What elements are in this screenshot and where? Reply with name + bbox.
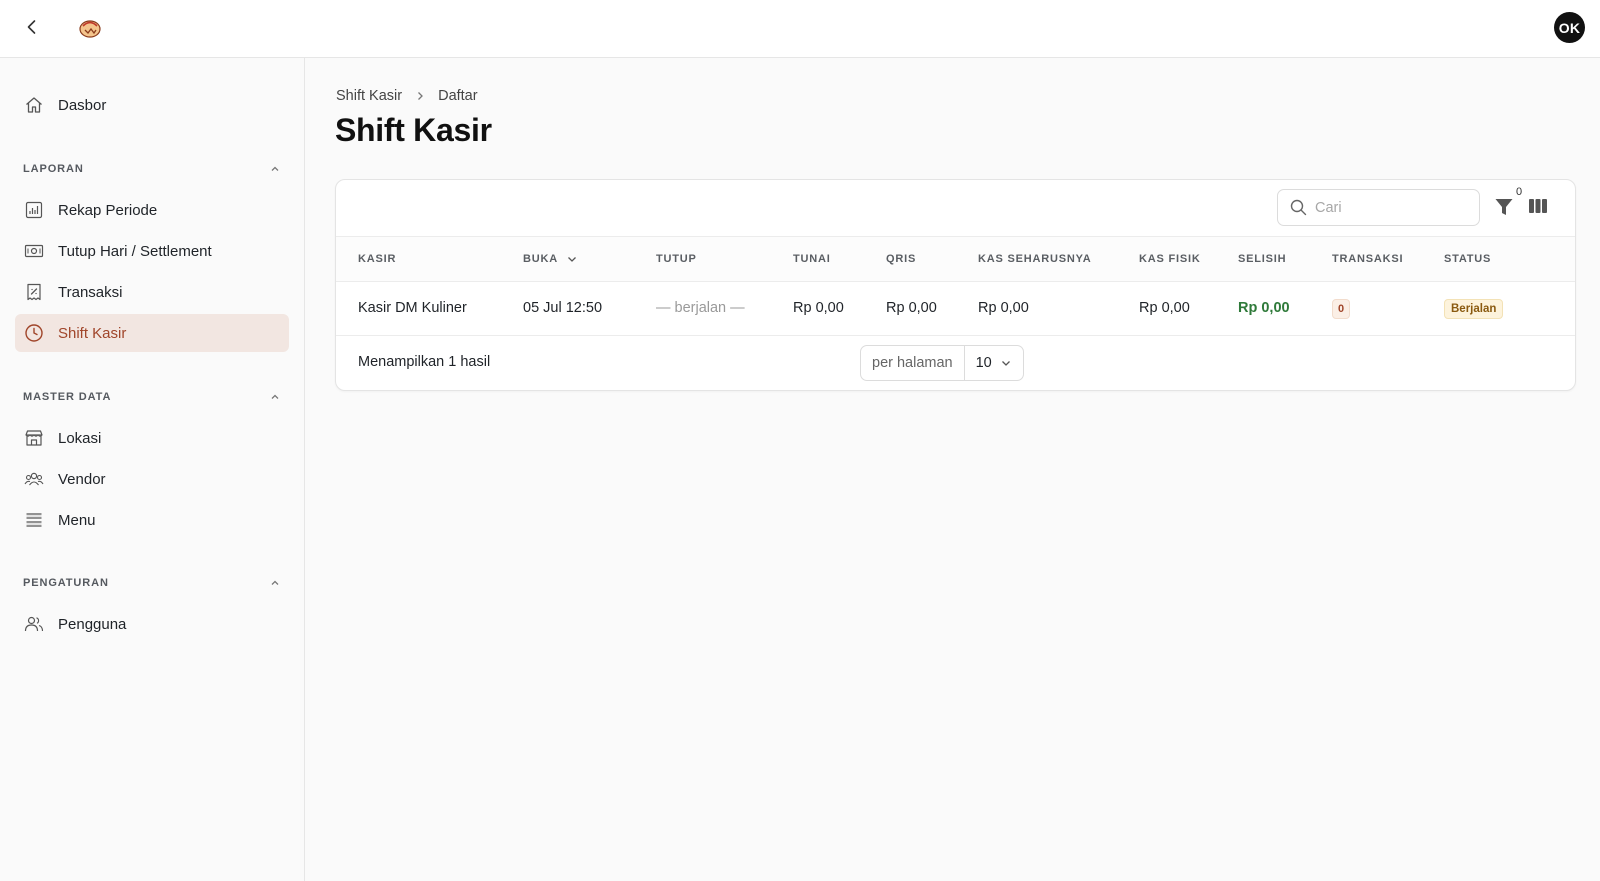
search-box[interactable] xyxy=(1277,189,1480,226)
breadcrumb: Shift Kasir Daftar xyxy=(336,88,478,104)
section-master-data[interactable]: MASTER DATA xyxy=(23,389,281,405)
users-icon xyxy=(24,614,44,634)
column-header-qris[interactable]: QRIS xyxy=(886,253,916,265)
topbar: OK xyxy=(0,0,1600,58)
breadcrumb-parent-link[interactable]: Shift Kasir xyxy=(336,88,402,104)
chevron-left-icon xyxy=(27,20,36,34)
home-icon xyxy=(24,95,44,115)
users-group-icon xyxy=(24,469,44,489)
sidebar-item-label: Pengguna xyxy=(58,615,127,633)
cell-selisih: Rp 0,00 xyxy=(1238,300,1290,316)
chart-icon xyxy=(24,200,44,220)
page-title: Shift Kasir xyxy=(335,112,492,148)
column-header-label: KASIR xyxy=(358,253,397,265)
cell-kas-fisik: Rp 0,00 xyxy=(1139,300,1190,316)
sidebar-item-lokasi[interactable]: Lokasi xyxy=(15,419,289,457)
sidebar-item-label: Transaksi xyxy=(58,283,123,301)
search-icon xyxy=(1290,199,1307,216)
table-card: 0 KASIR BUKA TUTUP TUNAI QRIS KAS SEHARU… xyxy=(335,179,1576,391)
section-title: PENGATURAN xyxy=(23,577,109,589)
sort-desc-icon xyxy=(568,257,576,262)
column-header-kas-fisik[interactable]: KAS FISIK xyxy=(1139,253,1201,265)
sidebar-item-label: Tutup Hari / Settlement xyxy=(58,242,212,260)
per-page-label: per halaman xyxy=(861,346,965,380)
sidebar-item-label: Rekap Periode xyxy=(58,201,158,219)
sidebar-item-rekap-periode[interactable]: Rekap Periode xyxy=(15,191,289,229)
user-avatar[interactable]: OK xyxy=(1554,12,1585,43)
column-header-tutup[interactable]: TUTUP xyxy=(656,253,697,265)
sidebar-item-label: Shift Kasir xyxy=(58,324,127,342)
sidebar-item-pengguna[interactable]: Pengguna xyxy=(15,605,289,643)
sidebar-item-label: Vendor xyxy=(58,470,106,488)
column-header-label: BUKA xyxy=(523,253,558,265)
sidebar-item-transaksi[interactable]: Transaksi xyxy=(15,273,289,311)
column-header-kasir[interactable]: KASIR xyxy=(358,253,396,265)
cash-icon xyxy=(24,241,44,261)
cell-kasir: Kasir DM Kuliner xyxy=(358,300,467,316)
breadcrumb-current: Daftar xyxy=(438,88,478,104)
cell-kas-seharusnya: Rp 0,00 xyxy=(978,300,1029,316)
section-laporan[interactable]: LAPORAN xyxy=(23,161,281,177)
chevron-up-icon xyxy=(271,580,279,585)
column-header-selisih[interactable]: SELISIH xyxy=(1238,253,1286,265)
column-header-label: TUNAI xyxy=(793,253,831,265)
sidebar-item-label: Dasbor xyxy=(58,96,107,114)
column-header-label: KAS FISIK xyxy=(1139,253,1201,265)
result-count: Menampilkan 1 hasil xyxy=(358,354,491,370)
column-header-label: QRIS xyxy=(886,253,917,265)
clock-icon xyxy=(24,323,44,343)
chevron-up-icon xyxy=(271,394,279,399)
sidebar-item-vendor[interactable]: Vendor xyxy=(15,460,289,498)
column-header-label: STATUS xyxy=(1444,253,1492,265)
back-button[interactable] xyxy=(20,15,44,39)
column-header-buka[interactable]: BUKA xyxy=(523,253,578,265)
sidebar: Dasbor LAPORAN Rekap Periode Tutup Hari … xyxy=(0,58,305,881)
column-header-status[interactable]: STATUS xyxy=(1444,253,1491,265)
section-pengaturan[interactable]: PENGATURAN xyxy=(23,575,281,591)
sidebar-item-tutup-hari[interactable]: Tutup Hari / Settlement xyxy=(15,232,289,270)
main-content: Shift Kasir Daftar Shift Kasir 0 KASIR B… xyxy=(306,58,1600,881)
cell-buka: 05 Jul 12:50 xyxy=(523,300,603,316)
per-page-select[interactable]: 10 xyxy=(965,346,1023,380)
receipt-icon xyxy=(24,282,44,302)
store-icon xyxy=(24,428,44,448)
per-page-selector: per halaman 10 xyxy=(860,345,1024,381)
sidebar-item-shift-kasir[interactable]: Shift Kasir xyxy=(15,314,289,352)
sidebar-item-label: Menu xyxy=(58,511,96,529)
column-header-kas-seharusnya[interactable]: KAS SEHARUSNYA xyxy=(978,253,1091,265)
chevron-down-icon xyxy=(1001,361,1010,366)
sidebar-item-dasbor[interactable]: Dasbor xyxy=(15,86,289,124)
chevron-right-icon xyxy=(414,90,426,102)
section-title: MASTER DATA xyxy=(23,391,112,403)
column-header-label: SELISIH xyxy=(1238,253,1287,265)
sidebar-item-label: Lokasi xyxy=(58,429,102,447)
cell-tunai: Rp 0,00 xyxy=(793,300,844,316)
column-header-transaksi[interactable]: TRANSAKSI xyxy=(1332,253,1403,265)
section-title: LAPORAN xyxy=(23,163,84,175)
transaction-count-badge: 0 xyxy=(1332,299,1351,319)
table-header: KASIR BUKA TUTUP TUNAI QRIS KAS SEHARUSN… xyxy=(336,236,1575,282)
column-header-label: TUTUP xyxy=(656,253,697,265)
app-logo xyxy=(78,17,102,39)
search-input[interactable] xyxy=(1315,199,1465,216)
status-badge: Berjalan xyxy=(1444,299,1504,319)
chevron-up-icon xyxy=(271,166,279,171)
cell-qris: Rp 0,00 xyxy=(886,300,937,316)
columns-icon[interactable] xyxy=(1528,198,1548,214)
filter-count-badge: 0 xyxy=(1516,186,1523,198)
filter-icon[interactable] xyxy=(1494,196,1514,218)
table-row[interactable]: Kasir DM Kuliner 05 Jul 12:50 — berjalan… xyxy=(336,282,1575,336)
column-header-label: KAS SEHARUSNYA xyxy=(978,253,1092,265)
sidebar-item-menu[interactable]: Menu xyxy=(15,501,289,539)
cell-tutup: — berjalan — xyxy=(656,300,745,316)
list-icon xyxy=(24,510,44,530)
column-header-label: TRANSAKSI xyxy=(1332,253,1404,265)
per-page-value: 10 xyxy=(975,355,992,371)
column-header-tunai[interactable]: TUNAI xyxy=(793,253,831,265)
